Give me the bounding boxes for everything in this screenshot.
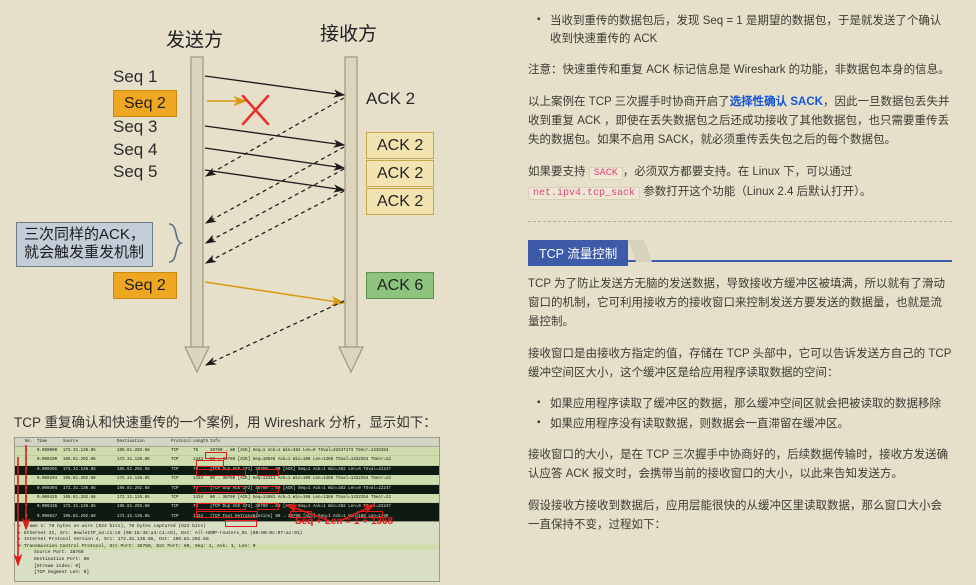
final-ack-chip: ACK 6 [366,272,435,299]
flow-control-paragraph-2: 接收窗口是由接收方指定的值，存储在 TCP 头部中，它可以告诉发送方自己的 TC… [528,348,952,379]
sack-text-1: 以上案例在 TCP 三次握手时协商开启了 [528,96,730,108]
linux-text-1: 如果要支持 [528,166,586,178]
brace-icon [168,223,184,263]
bullet-item: 如果应用程序读取了缓冲区的数据，那么缓冲空间区就会把被读取的数据移除 [537,394,952,413]
seq-label-4: Seq 4 [113,140,158,159]
ack-chip-3: ACK 2 [366,160,435,187]
flow-control-bullet-list: 如果应用程序读取了缓冲区的数据，那么缓冲空间区就会把被读取的数据移除 如果应用程… [528,394,952,433]
wireshark-caption: TCP 重复确认和快速重传的一个案例，用 Wireshark 分析，显示如下： [14,415,437,430]
article-column: 当收到重传的数据包后，发现 Seq = 1 是期望的数据包，于是就发送了个确认收… [512,0,976,585]
final-ack-arrow [204,300,345,366]
sender-title: 发送方 [166,30,224,51]
seq-label-3: Seq 3 [113,117,158,136]
code-sack: SACK [588,167,623,180]
ack-label-1: ACK 2 [366,89,416,108]
top-bullet-list: 当收到重传的数据包后，发现 Seq = 1 是期望的数据包，于是就发送了个确认收… [528,11,952,48]
section-header-wedge [627,240,653,262]
ack-chip-2: ACK 2 [366,132,435,159]
ack-chip-4: ACK 2 [366,188,435,215]
sack-link[interactable]: 选择性确认 SACK [730,96,823,108]
seq-label-1: Seq 1 [113,67,158,86]
bullet-item: 如果应用程序没有读取数据，则数据会一直滞留在缓冲区。 [537,414,952,433]
left-column: 发送方 接收方 Seq 1 Seq 2 Seq 3 Seq 4 Seq 5 Se… [0,0,488,585]
seq-label-5: Seq 5 [113,162,158,181]
dup-ack-callout: 三次同样的ACK， 就会触发重发机制 [16,222,153,267]
linux-text-3: 参数打开这个功能（Linux 2.4 后默认打开）。 [643,186,872,198]
flow-control-paragraph-4: 假设接收方接收到数据后，应用层能很快的从缓冲区里读取数据，那么窗口大小会一直保持… [528,500,942,531]
callout-line-2: 就会触发重发机制 [24,244,145,261]
wireshark-annotation-overlay [13,445,376,567]
callout-line-1: 三次同样的ACK， [24,226,145,243]
seq-len-annotation: Seq + Len = 1 + 1368 [295,516,394,527]
sender-lifeline [183,56,211,374]
lost-segment-arrow [207,94,270,126]
section-title: TCP 流量控制 [528,240,629,266]
receiver-lifeline [337,56,365,374]
fast-retransmit-diagram: 发送方 接收方 Seq 1 Seq 2 Seq 3 Seq 4 Seq 5 Se… [0,0,488,400]
section-header-flow-control: TCP 流量控制 [528,240,952,266]
linux-sack-paragraph: 如果要支持 SACK ，必须双方都要支持。在 Linux 下，可以通过 net.i… [528,163,952,203]
retransmit-seq-chip: Seq 2 [113,272,177,299]
flow-control-paragraph-1: TCP 为了防止发送方无脑的发送数据，导致接收方缓冲区被填满，所以就有了滑动窗口… [528,278,945,328]
linux-text-2: ，必须双方都要支持。在 Linux 下，可以通过 [622,166,853,178]
receiver-title: 接收方 [320,24,378,45]
retransmission-arrow [204,281,346,307]
seq-label-2-highlight: Seq 2 [113,90,177,117]
note-paragraph: 注意：快速重传和重复 ACK 标记信息是 Wireshark 的功能，非数据包本… [528,64,950,76]
bullet-item: 当收到重传的数据包后，发现 Seq = 1 是期望的数据包，于是就发送了个确认收… [537,11,952,48]
code-tcp-sack-param: net.ipv4.tcp_sack [528,187,641,200]
page-root: 发送方 接收方 Seq 1 Seq 2 Seq 3 Seq 4 Seq 5 Se… [0,0,976,585]
section-divider [528,221,952,222]
sack-paragraph: 以上案例在 TCP 三次握手时协商开启了选择性确认 SACK，因此一旦数据包丢失… [528,93,952,150]
flow-control-paragraph-3: 接收窗口的大小，是在 TCP 三次握手中协商好的，后续数据传输时，接收方发送确认… [528,449,949,480]
data-arrows [204,75,346,193]
packet-loss-cross [241,94,270,126]
